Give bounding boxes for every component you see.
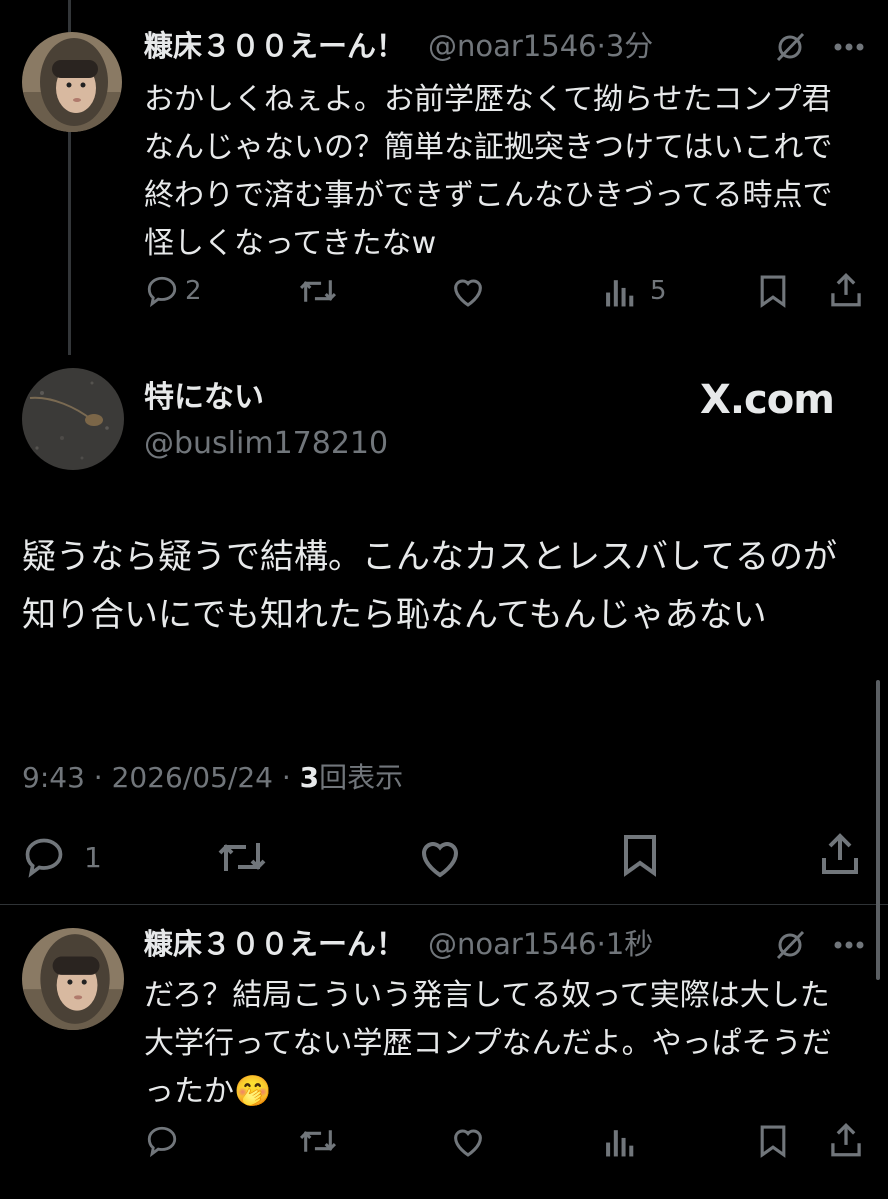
avatar-noar1546[interactable]: [22, 32, 122, 132]
reply-icon: [22, 835, 66, 879]
share-icon: [818, 832, 862, 876]
like-icon: [449, 274, 487, 308]
repost-button[interactable]: [298, 274, 338, 308]
views-icon: [604, 1124, 636, 1158]
reply-button[interactable]: [145, 1124, 179, 1158]
repost-icon: [298, 1124, 338, 1158]
like-icon: [416, 835, 464, 879]
emoji-face-with-hand-over-mouth: 🤭: [234, 1074, 272, 1109]
bookmark-icon: [757, 274, 789, 308]
view-count: 3: [299, 761, 320, 794]
share-icon: [828, 1122, 864, 1158]
views-count: 5: [650, 276, 667, 306]
share-button[interactable]: [828, 272, 864, 308]
bookmark-icon: [620, 833, 660, 877]
author-name[interactable]: 特にない: [144, 380, 264, 416]
reply-icon: [145, 274, 179, 308]
reply-count: 1: [84, 840, 102, 874]
author-handle[interactable]: @noar1546·3分: [428, 28, 653, 64]
views-icon: [604, 274, 636, 308]
author-name[interactable]: 糠床３００えーん！: [144, 926, 405, 962]
post-text: おかしくねぇよ。お前学歴なくて拗らせたコンプ君なんじゃないの？簡単な証拠突きつけ…: [144, 82, 833, 261]
scrollbar[interactable]: [876, 680, 880, 980]
bookmark-icon: [757, 1124, 789, 1158]
handle-text[interactable]: @noar1546: [428, 29, 597, 63]
reply-icon: [145, 1124, 179, 1158]
reply-button[interactable]: 1: [22, 835, 102, 879]
reply-count: 2: [185, 276, 202, 306]
views-button[interactable]: [604, 1124, 636, 1158]
post-text: だろ？結局こういう発言してる奴って実際は大した大学行ってない学歴コンプなんだよ。…: [144, 972, 844, 1116]
share-button[interactable]: [818, 832, 862, 876]
like-button[interactable]: [449, 274, 487, 308]
timestamp-text: 9:43 · 2026/05/24 ·: [22, 761, 300, 794]
post-text: 疑うなら疑うで結構。こんなカスとレスバしてるのが知り合いにでも知れたら恥なんても…: [22, 537, 837, 635]
bookmark-button[interactable]: [620, 833, 660, 877]
author-handle[interactable]: @buslim178210: [144, 426, 388, 462]
author-name[interactable]: 糠床３００えーん！: [144, 28, 405, 64]
view-label: 回表示: [319, 761, 404, 794]
views-button[interactable]: 5: [604, 274, 667, 308]
share-button[interactable]: [828, 1122, 864, 1158]
post-time[interactable]: ·3分: [597, 29, 654, 63]
repost-button[interactable]: [216, 835, 268, 879]
bookmark-button[interactable]: [757, 274, 789, 308]
handle-text[interactable]: @noar1546: [428, 927, 597, 961]
post-timestamp[interactable]: 9:43 · 2026/05/24 · 3回表示: [22, 760, 403, 796]
avatar-buslim178210[interactable]: [22, 368, 124, 470]
divider: [0, 904, 888, 905]
like-button[interactable]: [416, 835, 464, 879]
bookmark-button[interactable]: [757, 1124, 789, 1158]
more-icon[interactable]: [833, 38, 865, 57]
like-icon: [449, 1124, 487, 1158]
repost-icon: [216, 835, 268, 879]
post-time[interactable]: ·1秒: [597, 927, 654, 961]
grok-icon[interactable]: [773, 30, 807, 68]
author-handle[interactable]: @noar1546·1秒: [428, 926, 653, 962]
grok-icon[interactable]: [773, 928, 807, 966]
x-logo: X.com: [700, 377, 835, 423]
like-button[interactable]: [449, 1124, 487, 1158]
share-icon: [828, 272, 864, 308]
reply-button[interactable]: 2: [145, 274, 202, 308]
avatar-noar1546[interactable]: [22, 928, 124, 1030]
repost-icon: [298, 274, 338, 308]
more-icon[interactable]: [833, 936, 865, 955]
repost-button[interactable]: [298, 1124, 338, 1158]
